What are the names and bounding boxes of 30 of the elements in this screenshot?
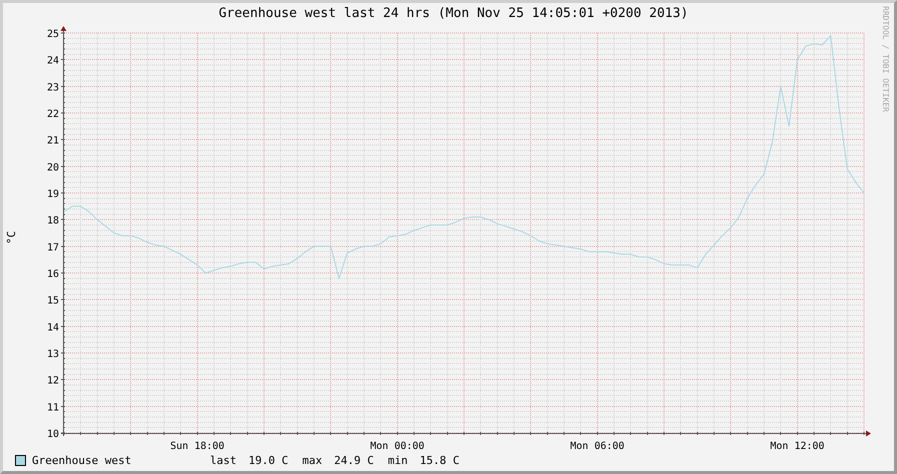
- y-tick-label: 13: [46, 349, 59, 360]
- y-tick-label: 16: [46, 269, 59, 280]
- y-tick-label: 11: [46, 402, 59, 414]
- chart-title: Greenhouse west last 24 hrs (Mon Nov 25 14:05:01 +0200 2013): [218, 5, 688, 23]
- y-tick-label: 19: [46, 189, 59, 200]
- y-tick-label: 22: [46, 109, 59, 120]
- y-tick-label: 15: [46, 296, 59, 307]
- y-tick-label: 12: [46, 376, 59, 387]
- x-tick-label: Sun 18:00: [170, 441, 224, 450]
- legend-stat-value: 24.9 C: [334, 454, 374, 467]
- x-tick-label: Mon 00:00: [370, 441, 424, 450]
- y-tick-label: 10: [46, 429, 59, 440]
- y-tick-label: 23: [46, 82, 59, 94]
- legend-stat-label: last: [210, 454, 236, 467]
- y-tick-label: 17: [46, 242, 59, 254]
- credit-text: RRDTOOL / TOBI OETIKER: [881, 6, 890, 112]
- legend-stat-value: 19.0 C: [248, 454, 288, 467]
- y-tick-label: 18: [46, 216, 59, 227]
- y-tick-label: 20: [46, 162, 59, 174]
- legend-stat-value: 15.8 C: [420, 454, 460, 467]
- legend-label: Greenhouse west: [32, 454, 132, 467]
- y-tick-label: 21: [46, 136, 59, 147]
- x-tick-label: Mon 06:00: [570, 441, 624, 450]
- y-tick-label: 25: [46, 29, 59, 40]
- y-axis-label: °C: [5, 231, 18, 245]
- y-tick-label: 24: [46, 56, 59, 67]
- legend-stat-label: min: [388, 454, 408, 467]
- y-tick-label: 14: [46, 322, 59, 334]
- legend-stat-label: max: [302, 454, 322, 467]
- x-tick-label: Mon 12:00: [770, 441, 824, 450]
